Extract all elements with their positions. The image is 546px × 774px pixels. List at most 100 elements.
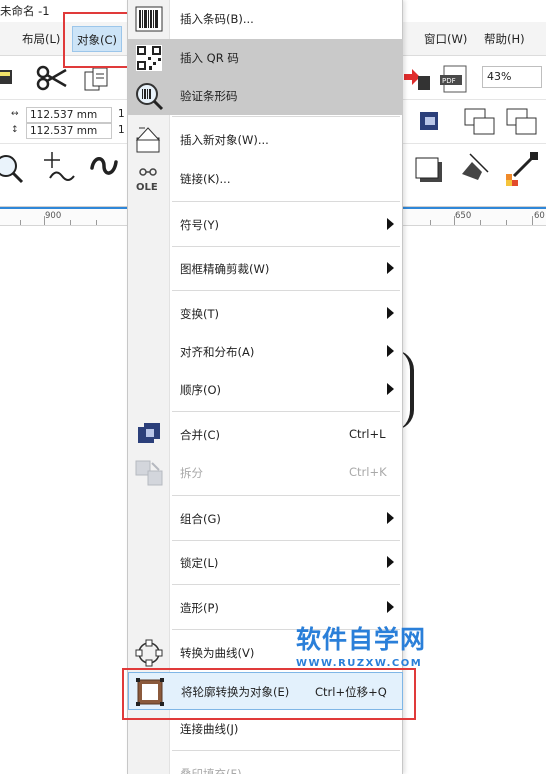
menu-item-overprint-fill: 叠印填充(F) [128, 755, 403, 774]
menu-item-insert-qr[interactable]: 插入 QR 码 [128, 39, 403, 77]
width-icon: ↔ [11, 109, 19, 119]
publish-pdf-icon[interactable]: PDF [440, 64, 470, 94]
menu-item-label: 插入条码(B)... [180, 12, 254, 26]
submenu-arrow-icon [387, 512, 394, 524]
outline-to-object-icon [136, 678, 164, 706]
menu-item-symbol[interactable]: 符号(Y) [128, 206, 403, 244]
menu-help[interactable]: 帮助(H) [484, 31, 525, 47]
ruler-label-900: 900 [45, 211, 62, 221]
menu-item-label: 对齐和分布(A) [180, 345, 255, 359]
menu-item-label: 拆分 [180, 466, 203, 480]
menu-separator [172, 201, 400, 202]
watermark-url: WWW.RUZXW.COM [296, 658, 423, 669]
menu-item-align-distribute[interactable]: 对齐和分布(A) [128, 333, 403, 371]
submenu-arrow-icon [387, 383, 394, 395]
ruler-label-650: 650 [455, 211, 472, 221]
ruler-tick [480, 220, 481, 225]
menu-item-links[interactable]: OLE 链接(K)... [128, 160, 403, 198]
ruler-tick [96, 220, 97, 225]
ruler-tick [454, 216, 455, 225]
menu-item-combine[interactable]: 合并(C) Ctrl+L [128, 416, 403, 454]
submenu-arrow-icon [387, 218, 394, 230]
menu-item-shortcut: Ctrl+L [349, 427, 386, 441]
artistic-media-icon[interactable] [88, 152, 122, 184]
menu-item-label: 变换(T) [180, 307, 219, 321]
menu-window[interactable]: 窗口(W) [424, 31, 467, 47]
scale-x-field[interactable]: 1 [118, 108, 125, 120]
menu-item-label: 符号(Y) [180, 218, 219, 232]
menu-item-group[interactable]: 组合(G) [128, 500, 403, 538]
menu-separator [172, 540, 400, 541]
menu-item-transform[interactable]: 变换(T) [128, 295, 403, 333]
ruler-tick [20, 220, 21, 225]
menu-item-join-curves[interactable]: 连接曲线(J) [128, 710, 403, 748]
width-field[interactable]: 112.537 mm [26, 107, 112, 123]
import-icon[interactable] [404, 64, 434, 94]
ruler-tick [506, 220, 507, 225]
menu-item-shortcut: Ctrl+K [349, 465, 387, 479]
ole-icon: OLE [136, 168, 158, 193]
zoom-level-field[interactable]: 43% [482, 66, 542, 88]
drop-shadow-icon[interactable] [412, 152, 448, 188]
menu-item-label: 叠印填充(F) [180, 767, 242, 774]
eyedropper-icon[interactable] [502, 150, 542, 190]
menu-item-insert-new-object[interactable]: 插入新对象(W)... [128, 121, 403, 159]
print-icon[interactable] [0, 64, 14, 90]
menu-object[interactable]: 对象(C) [72, 26, 123, 52]
height-icon: ↕ [11, 125, 19, 135]
menu-separator [172, 246, 400, 247]
menu-item-order[interactable]: 顺序(O) [128, 371, 403, 409]
menu-separator [172, 584, 400, 585]
barcode-icon [135, 6, 163, 32]
menu-item-label: 将轮廓转换为对象(E) [181, 685, 290, 699]
menu-item-label: 转换为曲线(V) [180, 646, 255, 660]
ruler-tick [70, 220, 71, 225]
menu-item-label: 验证条形码 [180, 89, 238, 103]
verify-barcode-icon [136, 83, 164, 111]
weld-icon[interactable] [464, 108, 498, 138]
ruler-tick [430, 220, 431, 225]
cut-icon[interactable] [36, 64, 68, 92]
app-window: 未命名 -1 布局(L) 对象(C) 窗口(W) 帮助(H) PDF 43% ↔… [0, 0, 546, 774]
menu-separator [172, 116, 400, 117]
combine-icon [138, 423, 160, 443]
menu-item-label: 链接(K)... [180, 172, 231, 186]
menu-separator [172, 290, 400, 291]
menu-item-convert-outline-to-object[interactable]: 将轮廓转换为对象(E) Ctrl+位移+Q [128, 672, 403, 710]
fill-tool-icon[interactable] [456, 150, 494, 188]
scale-y-field[interactable]: 1 [118, 124, 125, 136]
menu-item-label: 组合(G) [180, 512, 221, 526]
menu-item-lock[interactable]: 锁定(L) [128, 544, 403, 582]
ruler-label-60: 60 [534, 211, 545, 221]
menu-item-label: 造形(P) [180, 601, 219, 615]
menu-separator [172, 495, 400, 496]
watermark: 软件自学网 WWW.RUZXW.COM [296, 620, 426, 669]
qr-code-icon [136, 45, 162, 71]
menu-layout[interactable]: 布局(L) [22, 31, 60, 47]
menu-item-label: 顺序(O) [180, 383, 222, 397]
copy-icon[interactable] [84, 66, 112, 92]
menu-separator [172, 411, 400, 412]
menu-item-verify-barcode[interactable]: 验证条形码 [128, 77, 403, 115]
menu-item-insert-barcode[interactable]: 插入条码(B)... [128, 0, 403, 38]
menu-item-label: 插入 QR 码 [180, 51, 239, 65]
menu-item-label: 连接曲线(J) [180, 722, 239, 736]
insert-object-icon [135, 127, 161, 153]
break-apart-icon [135, 460, 163, 486]
svg-text:PDF: PDF [442, 77, 456, 85]
submenu-arrow-icon [387, 262, 394, 274]
freehand-tool-icon[interactable] [44, 150, 80, 186]
svg-text:OLE: OLE [136, 182, 158, 193]
convert-to-curves-icon [135, 639, 163, 667]
zoom-tool-icon[interactable] [0, 152, 28, 186]
submenu-arrow-icon [387, 601, 394, 613]
menu-item-label: 插入新对象(W)... [180, 133, 269, 147]
menu-item-shortcut: Ctrl+位移+Q [315, 685, 387, 699]
height-field[interactable]: 112.537 mm [26, 123, 112, 139]
submenu-arrow-icon [387, 345, 394, 357]
window-title: 未命名 -1 [0, 4, 50, 18]
trim-icon[interactable] [506, 108, 540, 138]
ruler-tick [532, 216, 533, 225]
menu-item-powerclip[interactable]: 图框精确剪裁(W) [128, 250, 403, 288]
combine-toolbar-icon[interactable] [416, 108, 444, 136]
